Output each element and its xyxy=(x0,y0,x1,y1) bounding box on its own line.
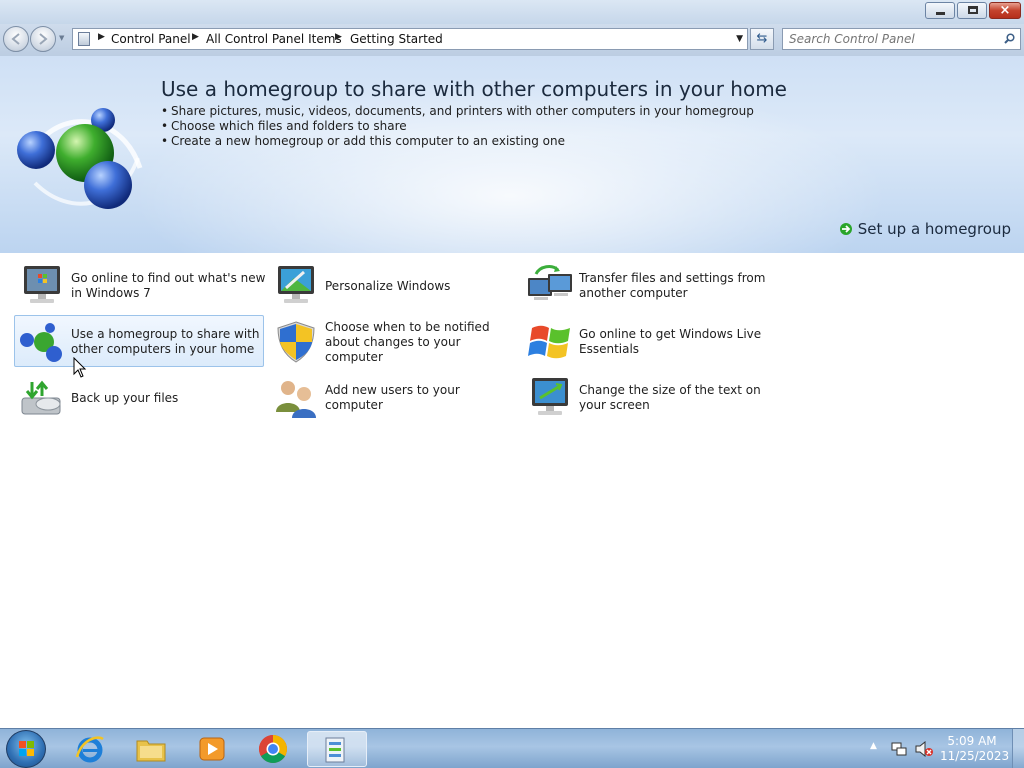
windows-logo-icon xyxy=(19,741,34,756)
control-panel-icon xyxy=(78,32,90,46)
refresh-button[interactable]: ⇆ xyxy=(750,28,774,50)
breadcrumb-getting-started[interactable]: Getting Started xyxy=(350,32,443,46)
task-whats-new[interactable]: Go online to find out what's new in Wind… xyxy=(14,259,266,311)
task-uac-settings[interactable]: Choose when to be notified about changes… xyxy=(268,315,518,367)
system-clock[interactable]: 5:09 AM 11/25/2023 xyxy=(940,734,1010,764)
windows-explorer-icon xyxy=(136,740,166,762)
task-label: Transfer files and settings from another… xyxy=(579,271,766,300)
task-label: Personalize Windows xyxy=(325,278,451,293)
navigation-bar: ▼ ▶ Control Panel ▶ All Control Panel It… xyxy=(0,24,1024,56)
users-icon xyxy=(276,381,316,418)
breadcrumb-control-panel[interactable]: Control Panel xyxy=(111,32,191,46)
task-label: Back up your files xyxy=(71,390,179,405)
breadcrumb-separator-icon[interactable]: ▶ xyxy=(335,32,342,42)
address-bar[interactable]: ▶ Control Panel ▶ All Control Panel Item… xyxy=(72,28,748,50)
control-panel-icon xyxy=(325,737,345,763)
homegroup-banner: Use a homegroup to share with other comp… xyxy=(0,56,1024,253)
title-bar: × xyxy=(0,0,1024,24)
mouse-cursor-icon xyxy=(73,357,87,378)
back-button[interactable] xyxy=(3,26,29,52)
address-dropdown-icon[interactable]: ▼ xyxy=(736,34,743,44)
task-label: Change the size of the text on your scre… xyxy=(579,383,761,412)
forward-arrow-icon xyxy=(39,33,48,45)
taskbar-media-player[interactable] xyxy=(184,731,240,767)
taskbar: ▲ 5:09 AM 11/25/2023 xyxy=(0,728,1024,768)
uac-shield-icon xyxy=(277,321,315,363)
task-backup[interactable]: Back up your files xyxy=(14,371,264,423)
taskbar-windows-explorer[interactable] xyxy=(123,731,179,767)
chrome-icon xyxy=(259,735,287,763)
banner-bullet: Create a new homegroup or add this compu… xyxy=(161,134,754,149)
breadcrumb-separator-icon[interactable]: ▶ xyxy=(192,32,199,42)
taskbar-internet-explorer[interactable] xyxy=(62,731,118,767)
windows-flag-icon xyxy=(528,325,570,359)
task-label: Go online to get Windows Live Essentials xyxy=(579,327,762,356)
recent-pages-dropdown-icon[interactable]: ▼ xyxy=(59,34,64,42)
task-add-users[interactable]: Add new users to your computer xyxy=(268,371,518,423)
task-label: Choose when to be notified about changes… xyxy=(325,319,490,364)
task-label: Add new users to your computer xyxy=(325,383,460,412)
media-player-icon xyxy=(199,737,225,761)
restore-icon xyxy=(968,6,978,14)
clock-date: 11/25/2023 xyxy=(940,749,1010,763)
task-transfer-files[interactable]: Transfer files and settings from another… xyxy=(522,259,772,311)
back-arrow-icon xyxy=(11,33,20,45)
homegroup-logo-icon xyxy=(17,108,143,209)
show-hidden-icons-icon[interactable]: ▲ xyxy=(870,741,877,751)
minimize-icon xyxy=(936,12,945,15)
green-arrow-icon xyxy=(839,223,852,235)
search-icon[interactable] xyxy=(1004,33,1015,44)
close-icon: × xyxy=(999,3,1011,18)
show-desktop-button[interactable] xyxy=(1012,729,1024,768)
display-text-size-icon xyxy=(532,378,568,415)
task-text-size[interactable]: Change the size of the text on your scre… xyxy=(522,371,772,423)
banner-bullet-list: Share pictures, music, videos, documents… xyxy=(161,104,754,149)
transfer-computers-icon xyxy=(528,265,572,300)
task-live-essentials[interactable]: Go online to get Windows Live Essentials xyxy=(522,315,772,367)
clock-time: 5:09 AM xyxy=(947,734,997,748)
minimize-button[interactable] xyxy=(925,2,955,19)
backup-icon xyxy=(21,380,61,415)
refresh-icon: ⇆ xyxy=(756,31,768,46)
breadcrumb-separator-icon[interactable]: ▶ xyxy=(98,32,105,42)
network-icon[interactable] xyxy=(891,741,907,757)
windows7-monitor-icon xyxy=(24,266,60,303)
internet-explorer-icon xyxy=(75,736,104,763)
task-label: Go online to find out what's new in Wind… xyxy=(71,271,266,300)
setup-homegroup-label: Set up a homegroup xyxy=(857,220,1011,238)
banner-title: Use a homegroup to share with other comp… xyxy=(161,77,787,101)
banner-bullet: Share pictures, music, videos, documents… xyxy=(161,104,754,119)
homegroup-icon xyxy=(20,323,62,362)
task-personalize[interactable]: Personalize Windows xyxy=(268,259,518,311)
task-homegroup[interactable]: Use a homegroup to share with other comp… xyxy=(14,315,264,367)
search-box[interactable] xyxy=(782,28,1021,50)
banner-bullet: Choose which files and folders to share xyxy=(161,119,754,134)
forward-button[interactable] xyxy=(30,26,56,52)
restore-button[interactable] xyxy=(957,2,987,19)
volume-muted-icon[interactable] xyxy=(915,741,933,757)
search-input[interactable] xyxy=(789,32,989,46)
personalize-monitor-icon xyxy=(278,266,314,303)
task-label: Use a homegroup to share with other comp… xyxy=(71,327,260,356)
taskbar-chrome[interactable] xyxy=(245,731,301,767)
setup-homegroup-link[interactable]: Set up a homegroup xyxy=(839,220,1011,238)
taskbar-control-panel[interactable] xyxy=(307,731,367,767)
start-button[interactable] xyxy=(6,730,46,768)
breadcrumb-all-items[interactable]: All Control Panel Items xyxy=(206,32,342,46)
close-button[interactable]: × xyxy=(989,2,1021,19)
